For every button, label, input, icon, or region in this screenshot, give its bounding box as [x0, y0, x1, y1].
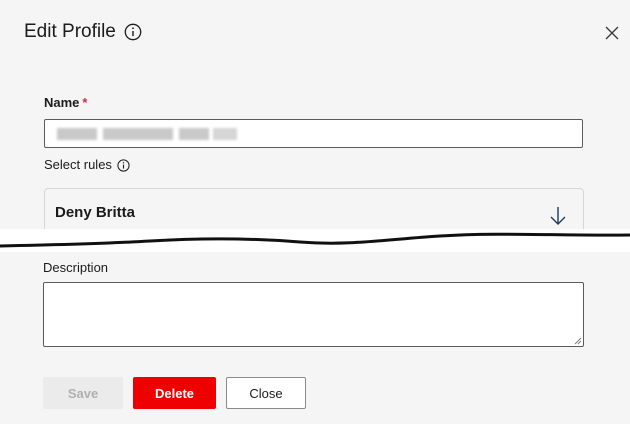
name-label: Name *: [44, 95, 87, 111]
arrow-down-icon[interactable]: [548, 205, 568, 227]
edit-profile-dialog: Edit Profile Name * Select rules Deny Br…: [0, 0, 630, 424]
dialog-title-text: Edit Profile: [24, 21, 116, 42]
resize-grip-icon[interactable]: [574, 337, 582, 345]
name-label-text: Name: [44, 95, 80, 110]
redacted-text: [213, 128, 237, 140]
delete-button[interactable]: Delete: [133, 377, 216, 409]
close-icon[interactable]: [603, 24, 621, 42]
select-rules-label-text: Select rules: [44, 157, 112, 172]
select-rules-label: Select rules: [44, 157, 130, 173]
info-icon[interactable]: [124, 23, 142, 41]
description-label: Description: [43, 260, 109, 275]
description-textarea[interactable]: [43, 282, 584, 347]
screenshot-break-divider: [0, 229, 630, 256]
dialog-title: Edit Profile: [24, 20, 142, 44]
close-button[interactable]: Close: [226, 377, 306, 409]
redacted-text: [103, 128, 173, 140]
selected-rule-name: Deny Britta: [55, 204, 136, 221]
name-input[interactable]: [44, 119, 583, 148]
info-icon[interactable]: [117, 158, 130, 172]
redacted-text: [57, 128, 97, 140]
required-mark: *: [82, 95, 88, 110]
redacted-text: [179, 128, 209, 140]
save-button[interactable]: Save: [43, 377, 123, 409]
